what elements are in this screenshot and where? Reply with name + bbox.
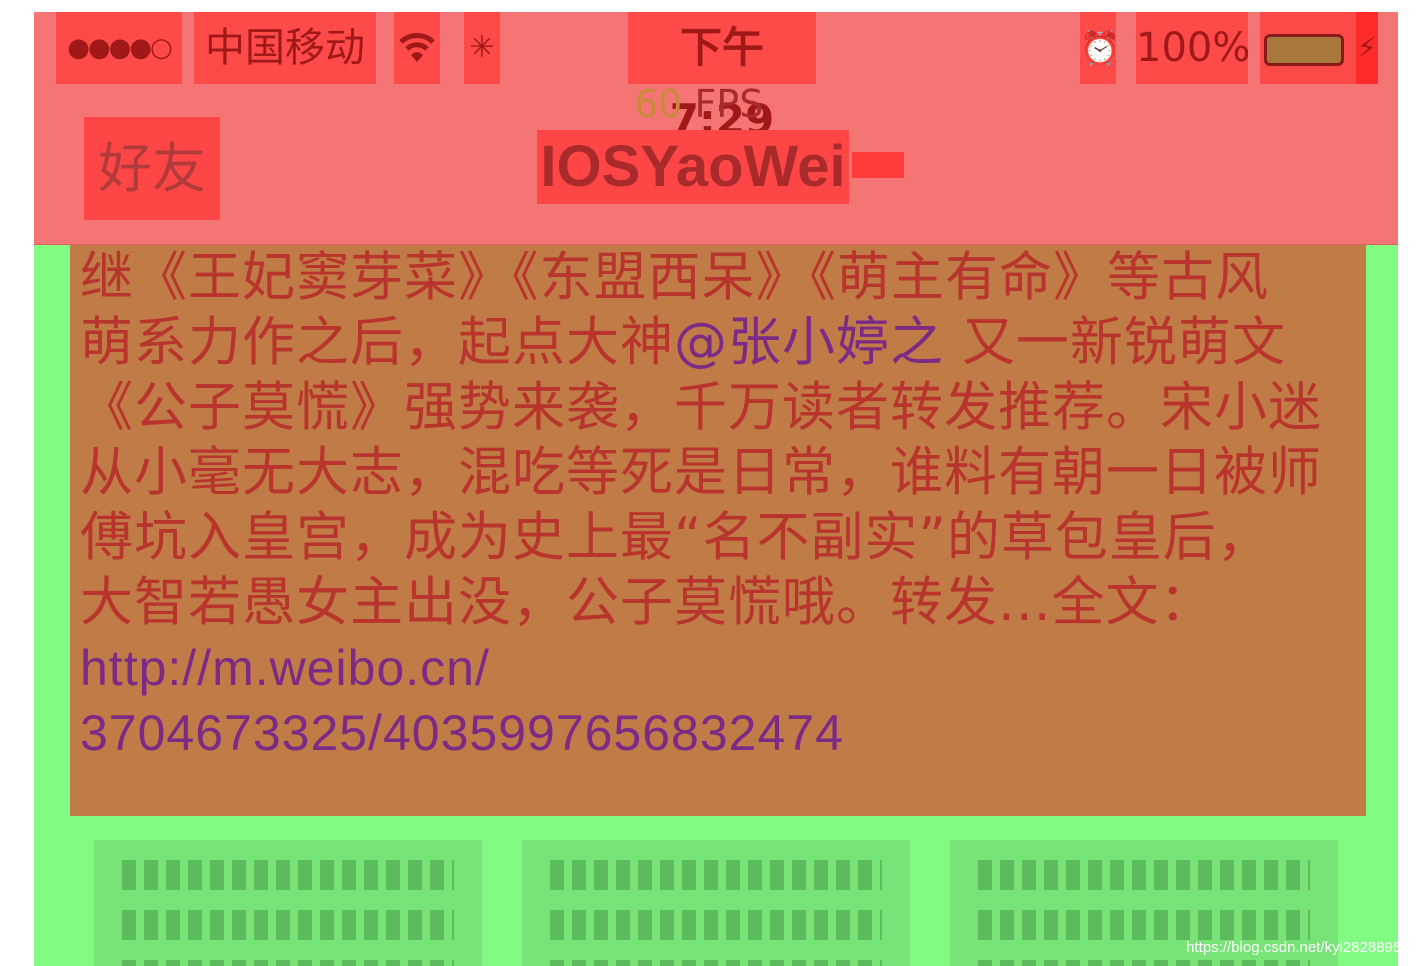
fps-indicator: 60 FPS — [634, 82, 763, 126]
signal-strength-icon: ●●●●○ — [56, 12, 182, 84]
page-title: IOSYaoWei — [537, 130, 849, 204]
post-line: 傅坑入皇宫，成为史上最“名不副实”的草包皇后， — [80, 507, 1271, 568]
navigation-bar: ●●●●○ 中国移动 ✳ 下午7:29 ⏰ 100% ⚡ 60 FPS 好友 I… — [34, 12, 1398, 245]
battery-percent: 100% — [1136, 12, 1250, 84]
spinner-icon: ✳ — [464, 12, 500, 84]
fps-unit: FPS — [682, 82, 764, 126]
carrier-label: 中国移动 — [194, 12, 376, 84]
user-mention-link[interactable]: @张小婷之 — [674, 312, 944, 373]
post-line: 继《王妃窦芽菜》《东盟西呆》《萌主有命》等古风 — [80, 247, 1269, 308]
post-text: 又一新锐萌文 — [944, 312, 1286, 373]
post-url-link[interactable]: http://m.weibo.cn/ — [80, 636, 490, 700]
app-screen: 【转评关注赠书】 继《王妃窦芽菜》《东盟西呆》《萌主有命》等古风 萌系力作之后，… — [34, 12, 1398, 966]
watermark: https://blog.csdn.net/kyl282889543 — [1186, 939, 1418, 956]
fps-value: 60 — [634, 82, 683, 126]
image-thumbnail[interactable] — [94, 840, 482, 966]
post-line: 大智若愚女主出没，公子莫慌哦。转发...全文： — [80, 572, 1214, 633]
status-time: 下午7:29 — [628, 12, 816, 144]
post-line: 萌系力作之后，起点大神@张小婷之 又一新锐萌文 — [80, 311, 1286, 375]
wifi-icon — [394, 12, 440, 84]
post-text-card: 【转评关注赠书】 继《王妃窦芽菜》《东盟西呆》《萌主有命》等古风 萌系力作之后，… — [70, 212, 1366, 816]
bolt-icon: ⚡ — [1356, 12, 1378, 84]
post-line: 《公子莫慌》强势来袭，千万读者转发推荐。宋小迷 — [80, 377, 1322, 438]
image-thumbnail[interactable] — [522, 840, 910, 966]
back-button-friends[interactable]: 好友 — [84, 117, 220, 220]
title-badge — [852, 152, 904, 178]
alarm-icon: ⏰ — [1080, 12, 1120, 84]
post-url-link[interactable]: 3704673325/4035997656832474 — [80, 701, 844, 765]
battery-icon — [1260, 12, 1370, 84]
post-line: 从小毫无大志，混吃等死是日常，谁料有朝一日被师 — [80, 442, 1322, 503]
post-text: 萌系力作之后，起点大神 — [80, 312, 674, 373]
